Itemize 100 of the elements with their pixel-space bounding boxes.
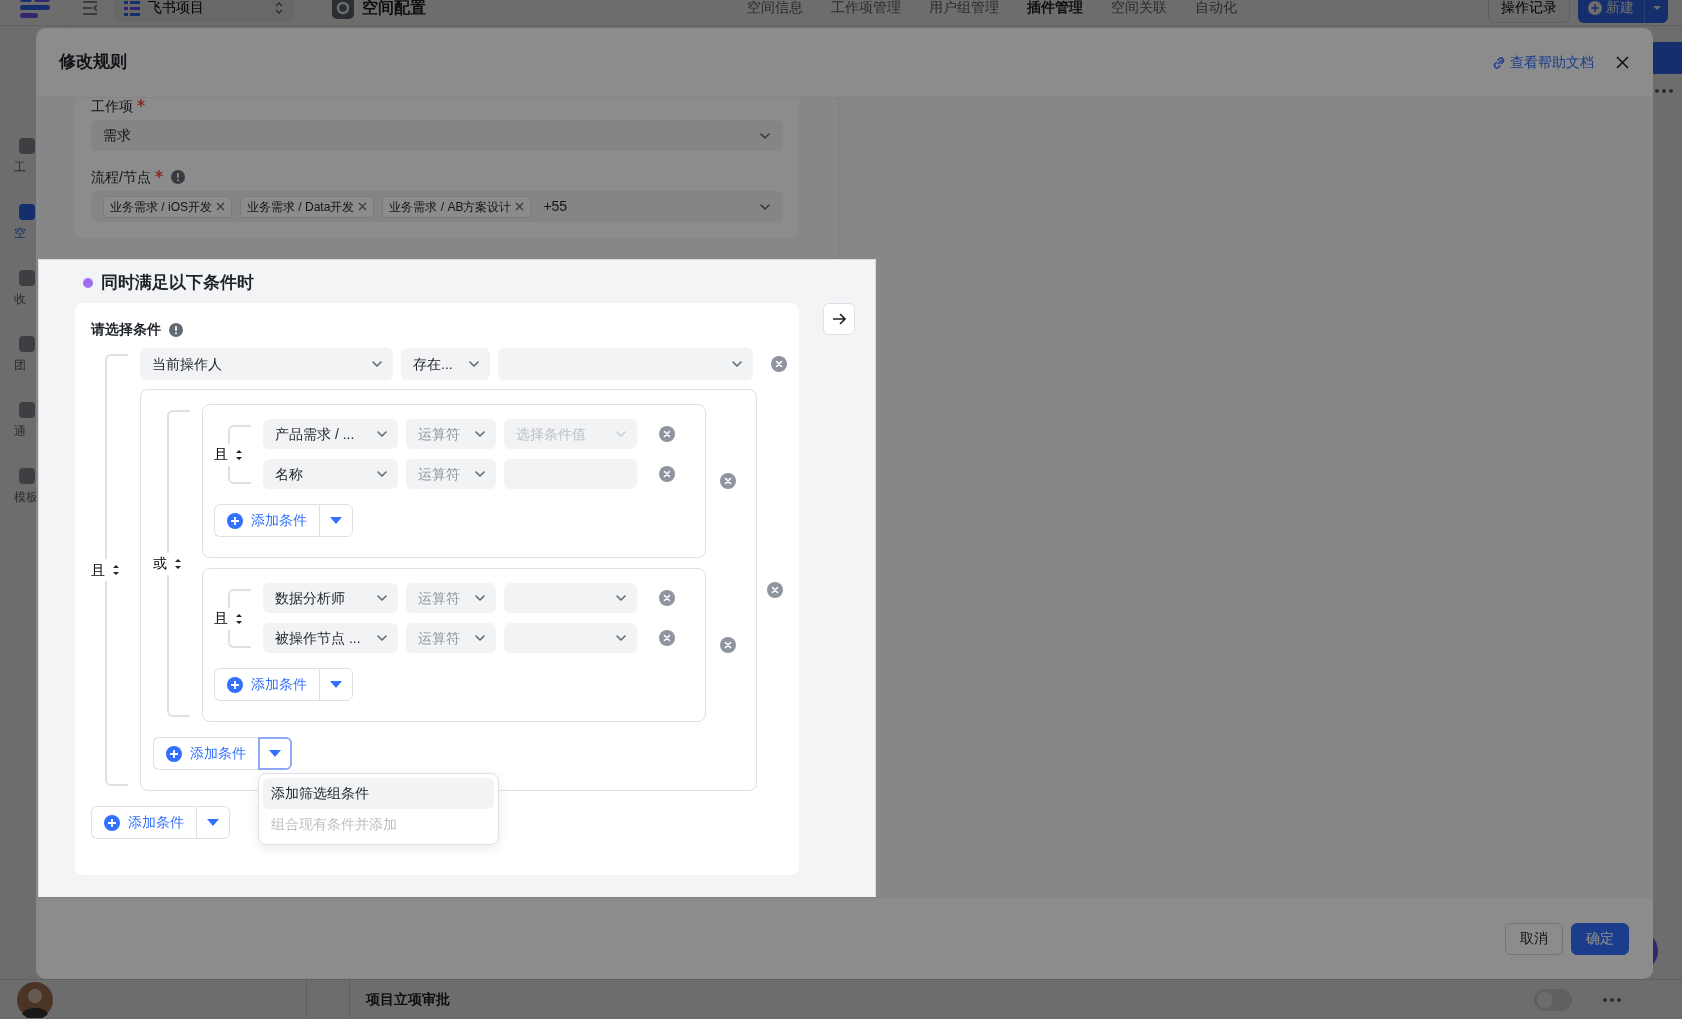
next-button[interactable] xyxy=(823,303,855,335)
sort-icon xyxy=(236,449,242,460)
select-field[interactable]: 需求 xyxy=(91,120,783,151)
bullet-dot xyxy=(83,278,93,288)
project-switcher[interactable]: 飞书项目 xyxy=(114,0,294,22)
confirm-button[interactable]: 确定 xyxy=(1571,922,1629,955)
collapse-icon[interactable] xyxy=(82,0,98,16)
chevron-icon xyxy=(474,468,486,480)
tag[interactable]: 业务需求 / AB方案设计 xyxy=(382,195,532,218)
chevron-icon xyxy=(731,358,743,370)
remove-icon[interactable] xyxy=(659,590,675,606)
nav-tab[interactable]: 用户组管理 xyxy=(915,0,1013,18)
field-select[interactable]: 被操作节点 ... xyxy=(263,623,398,653)
section-title: 同时满足以下条件时 xyxy=(101,272,254,295)
tile-icon xyxy=(19,402,35,418)
caret-icon xyxy=(207,819,219,826)
bracket-line xyxy=(228,465,251,484)
chevron-icon xyxy=(474,632,486,644)
plus-icon xyxy=(1588,0,1602,15)
add-condition-button[interactable]: 添加条件 xyxy=(91,806,196,839)
chevron-icon xyxy=(376,592,388,604)
tag[interactable]: 业务需求 / iOS开发 xyxy=(103,195,232,218)
tile-icon xyxy=(19,468,35,484)
more-icon[interactable] xyxy=(1654,88,1674,94)
add-condition-button[interactable]: 添加条件 xyxy=(153,737,258,770)
sidebar-item[interactable]: 模板 xyxy=(14,468,69,506)
caret-icon xyxy=(330,681,342,688)
avatar[interactable] xyxy=(17,981,53,1018)
dropdown-arrow-button[interactable] xyxy=(1644,0,1668,23)
info-icon xyxy=(169,322,183,337)
logo-icon xyxy=(20,0,50,18)
operator-select[interactable]: 存在... xyxy=(401,348,490,380)
field-label: 工作项 xyxy=(91,98,133,116)
nav-tab[interactable]: 自动化 xyxy=(1181,0,1251,18)
sort-icon xyxy=(175,558,181,569)
arrow-right-icon xyxy=(832,312,846,326)
operator-select[interactable]: 运算符 xyxy=(406,623,496,653)
field-select[interactable]: 名称 xyxy=(263,459,398,489)
sidebar-item[interactable]: 收 xyxy=(14,270,69,308)
remove-icon[interactable] xyxy=(659,466,675,482)
plus-icon xyxy=(104,814,120,831)
list-icon xyxy=(124,0,140,16)
nav-tab[interactable]: 插件管理 xyxy=(1013,0,1097,18)
add-condition-button[interactable]: 添加条件 xyxy=(214,504,319,537)
remove-icon[interactable] xyxy=(659,630,675,646)
history-button[interactable]: 操作记录 xyxy=(1488,0,1570,23)
dropdown-toggle-button[interactable] xyxy=(258,737,292,770)
tile-icon xyxy=(19,336,35,352)
close-icon[interactable] xyxy=(358,202,368,211)
sidebar-item[interactable]: 通 xyxy=(14,402,69,440)
field-label: 流程/节点 xyxy=(91,168,151,187)
menu-item[interactable]: 添加筛选组条件 xyxy=(263,778,494,809)
sidebar-item[interactable]: 工 xyxy=(14,138,69,176)
operator-select[interactable]: 运算符 xyxy=(406,459,496,489)
caret-icon xyxy=(269,750,281,757)
caret-icon xyxy=(330,517,342,524)
remove-icon[interactable] xyxy=(659,426,675,442)
tile-icon xyxy=(19,204,35,220)
plus-icon xyxy=(227,676,243,693)
close-icon[interactable] xyxy=(216,202,225,211)
caret-icon xyxy=(1651,5,1662,12)
more-icon[interactable] xyxy=(1602,996,1622,1003)
field-select[interactable]: 当前操作人 xyxy=(140,348,393,380)
chevron-icon xyxy=(615,428,627,440)
updown-icon xyxy=(274,0,284,15)
condition-label: 请选择条件 xyxy=(91,320,161,339)
chevron-icon xyxy=(376,632,388,644)
bracket-line xyxy=(228,629,251,648)
more-count: +55 xyxy=(543,197,569,216)
field-select[interactable]: 产品需求 / ... xyxy=(263,419,398,449)
close-icon[interactable] xyxy=(515,202,525,211)
plus-icon xyxy=(166,745,182,762)
link-icon xyxy=(1492,55,1506,70)
nav-tab[interactable]: 工作项管理 xyxy=(817,0,915,18)
field-select[interactable]: 数据分析师 xyxy=(263,583,398,613)
remove-icon[interactable] xyxy=(720,637,736,653)
close-icon[interactable] xyxy=(1616,56,1629,69)
nav-tab[interactable]: 空间信息 xyxy=(733,0,817,18)
operator-select[interactable]: 运算符 xyxy=(406,583,496,613)
operator-select[interactable]: 运算符 xyxy=(406,419,496,449)
nav-tab[interactable]: 空间关联 xyxy=(1097,0,1181,18)
chevron-icon xyxy=(376,468,388,480)
select-field[interactable]: 业务需求 / iOS开发 业务需求 / Data开发 业务需求 / AB方案设计 +55 xyxy=(91,191,783,222)
sort-icon xyxy=(236,613,242,624)
remove-icon[interactable] xyxy=(767,582,783,598)
tag[interactable]: 业务需求 / Data开发 xyxy=(240,195,375,218)
chevron-icon xyxy=(468,358,480,370)
chevron-icon xyxy=(615,632,627,644)
remove-icon[interactable] xyxy=(720,473,736,489)
cancel-button[interactable]: 取消 xyxy=(1505,922,1563,955)
tile-icon xyxy=(19,270,35,286)
sort-icon xyxy=(113,565,119,575)
new-button[interactable]: 新建 xyxy=(1578,0,1644,23)
sidebar-item[interactable]: 空 xyxy=(14,204,69,242)
remove-icon[interactable] xyxy=(771,356,787,372)
chevron-icon xyxy=(474,428,486,440)
sidebar-item[interactable]: 团 xyxy=(14,336,69,374)
chevron-icon xyxy=(376,428,388,440)
add-condition-button[interactable]: 添加条件 xyxy=(214,668,319,701)
help-link[interactable]: 查看帮助文档 xyxy=(1492,52,1594,73)
